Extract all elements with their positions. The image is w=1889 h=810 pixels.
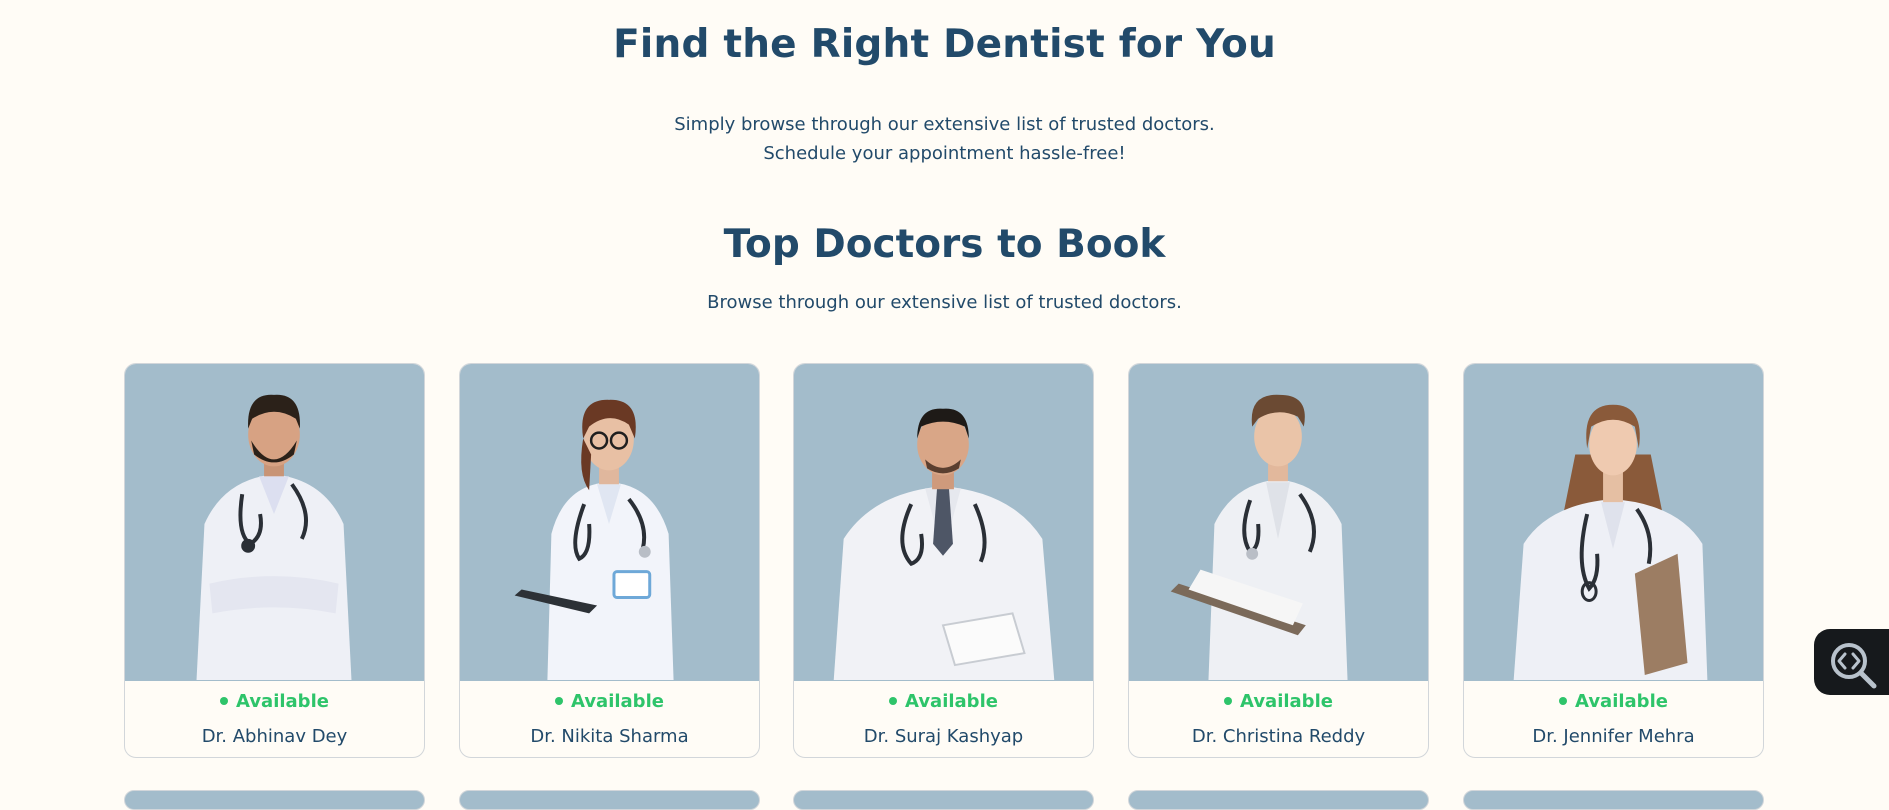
- doctor-card[interactable]: Available Dr. Jennifer Mehra: [1463, 363, 1764, 758]
- doctor-name: Dr. Christina Reddy: [1191, 726, 1366, 747]
- hero-subtitle: Simply browse through our extensive list…: [0, 110, 1889, 168]
- doctor-portrait-image: [196, 394, 352, 680]
- hero-subtitle-line1: Simply browse through our extensive list…: [674, 114, 1215, 135]
- doctor-photo: [460, 364, 759, 681]
- availability-status: Available: [460, 691, 759, 712]
- availability-status: Available: [1464, 691, 1763, 712]
- doctor-card[interactable]: Available Dr. Abhinav Dey: [124, 363, 425, 758]
- doctor-name: Dr. Abhinav Dey: [201, 726, 348, 747]
- doctor-name: Dr. Jennifer Mehra: [1532, 726, 1695, 747]
- doctor-card[interactable]: [459, 790, 760, 810]
- page-title: Find the Right Dentist for You: [613, 22, 1276, 67]
- doctor-portrait-image: [514, 399, 674, 680]
- doctor-card[interactable]: [793, 790, 1094, 810]
- availability-status: Available: [125, 691, 424, 712]
- doctor-card[interactable]: Available Dr. Suraj Kashyap: [793, 363, 1094, 758]
- status-dot-icon: [220, 696, 229, 705]
- doctor-card[interactable]: Available Dr. Nikita Sharma: [459, 363, 760, 758]
- status-dot-icon: [555, 696, 564, 705]
- doctor-card[interactable]: Available Dr. Christina Reddy: [1128, 363, 1429, 758]
- doctor-photo: [125, 364, 424, 681]
- doctor-name: Dr. Suraj Kashyap: [863, 726, 1024, 747]
- top-doctors-title: Top Doctors to Book: [723, 222, 1166, 267]
- doctor-portrait-image: [1513, 404, 1708, 680]
- doctor-portrait-image: [833, 408, 1055, 680]
- doctor-photo: [1129, 364, 1428, 681]
- doctor-card[interactable]: [1463, 790, 1764, 810]
- doctor-name: Dr. Nikita Sharma: [530, 726, 689, 747]
- availability-status: Available: [794, 691, 1093, 712]
- doctor-photo: [794, 364, 1093, 681]
- availability-status: Available: [1129, 691, 1428, 712]
- status-dot-icon: [889, 696, 898, 705]
- status-dot-icon: [1224, 696, 1233, 705]
- floating-inspect-button[interactable]: [1814, 629, 1889, 695]
- inspect-code-search-icon: [1831, 643, 1877, 689]
- doctor-photo: [1464, 364, 1763, 681]
- hero-subtitle-line2: Schedule your appointment hassle-free!: [763, 143, 1126, 164]
- doctor-portrait-image: [1170, 394, 1348, 680]
- doctor-card[interactable]: [1128, 790, 1429, 810]
- status-dot-icon: [1559, 696, 1568, 705]
- doctor-card[interactable]: [124, 790, 425, 810]
- top-doctors-subtitle: Browse through our extensive list of tru…: [707, 292, 1182, 313]
